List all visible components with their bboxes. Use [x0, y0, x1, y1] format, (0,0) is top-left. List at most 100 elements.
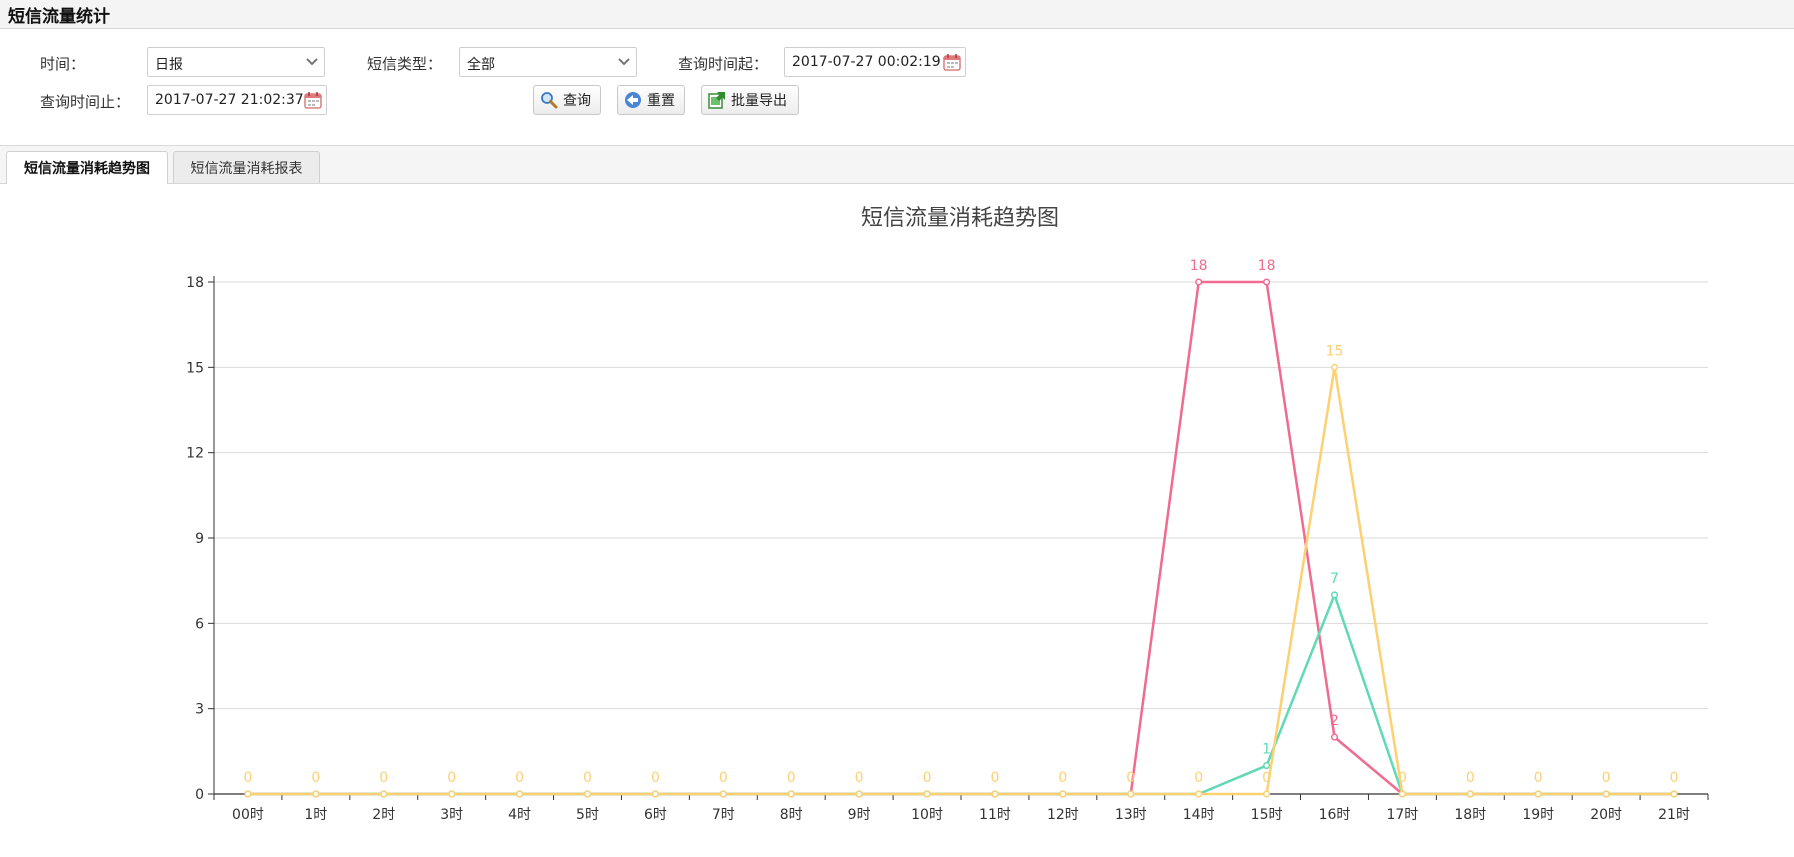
sms-type-select[interactable]: 全部: [459, 47, 637, 77]
x-tick-label: 8时: [780, 807, 803, 823]
y-tick-label: 6: [195, 616, 204, 632]
data-point: [516, 790, 524, 798]
tab-trend-chart-label: 短信流量消耗趋势图: [24, 161, 150, 177]
x-tick-label: 1时: [304, 807, 327, 823]
end-time-label: 查询时间止：: [40, 93, 131, 111]
data-point: [1263, 762, 1271, 770]
y-tick-label: 18: [186, 275, 204, 291]
query-button[interactable]: 查询: [533, 85, 601, 115]
data-label: 0: [447, 770, 456, 786]
calendar-icon[interactable]: [304, 91, 322, 109]
data-label: 1: [1262, 742, 1271, 758]
tab-report[interactable]: 短信流量消耗报表: [173, 151, 320, 183]
data-label: 0: [1398, 770, 1407, 786]
chart-area: 短信流量消耗趋势图 0 3 6 9 12 15 18 00时 1时 2时 3时 4时 5时 6时 7时 8时 9时…: [0, 184, 1794, 857]
x-tick-label: 15时: [1251, 807, 1283, 823]
data-label: 0: [1262, 770, 1271, 786]
data-point: [1263, 790, 1271, 798]
data-point: [380, 790, 388, 798]
y-tick-label: 9: [195, 531, 204, 547]
data-label: 0: [719, 770, 728, 786]
export-button-label: 批量导出: [731, 93, 787, 109]
data-point: [1059, 790, 1067, 798]
data-point: [1670, 790, 1678, 798]
data-label: 0: [243, 770, 252, 786]
data-label: 0: [379, 770, 388, 786]
x-tick-label: 18时: [1454, 807, 1486, 823]
data-point: [1330, 591, 1339, 599]
data-point: [787, 790, 795, 798]
x-tick-label: 14时: [1183, 807, 1215, 823]
x-tick-label: 17时: [1386, 807, 1418, 823]
data-point: [1263, 278, 1271, 286]
filter-area: 时间： 日报 短信类型： 全部 查询时间起： 2017-07-27 00:02:…: [0, 29, 1794, 146]
data-label: 0: [923, 770, 932, 786]
trend-chart: 短信流量消耗趋势图036912151800时 1时 2时 3时 4时 5时 6时 7时 8时 9时…: [186, 206, 1709, 823]
data-point: [1330, 363, 1339, 371]
data-point: [1195, 790, 1203, 798]
time-select[interactable]: 日报: [147, 47, 325, 77]
start-time-input[interactable]: 2017-07-27 00:02:19: [784, 47, 966, 77]
x-tick-label: 3时: [440, 807, 463, 823]
query-button-label: 查询: [563, 93, 591, 109]
data-point: [583, 790, 592, 798]
export-button[interactable]: 批量导出: [701, 85, 799, 115]
data-point: [1330, 733, 1339, 741]
x-tick-label: 19时: [1522, 807, 1554, 823]
start-time-label: 查询时间起：: [678, 55, 769, 73]
x-tick-label: 12时: [1047, 807, 1079, 823]
search-icon: [541, 92, 558, 109]
data-point: [651, 790, 659, 798]
data-label: 15: [1326, 343, 1344, 359]
data-point: [719, 790, 727, 798]
sms-type-label: 短信类型：: [367, 55, 443, 73]
data-label: 0: [651, 770, 660, 786]
data-point: [923, 790, 931, 798]
data-point: [448, 790, 456, 798]
tab-bar: 短信流量消耗趋势图 短信流量消耗报表: [0, 146, 1794, 184]
data-label: 0: [583, 770, 592, 786]
data-label: 0: [1194, 770, 1203, 786]
y-tick-label: 0: [195, 787, 204, 803]
data-point: [1127, 790, 1135, 798]
data-label: 0: [1058, 770, 1067, 786]
x-tick-label: 7时: [712, 807, 735, 823]
data-label: 7: [1330, 571, 1339, 587]
data-label: 0: [1466, 770, 1475, 786]
title-bar: 短信流量统计: [0, 0, 1794, 29]
export-icon: [708, 92, 725, 109]
x-tick-label: 2时: [372, 807, 395, 823]
data-label: 18: [1258, 258, 1276, 274]
x-tick-label: 5时: [576, 807, 599, 823]
data-point: [855, 790, 863, 798]
end-time-value: 2017-07-27 21:02:37: [155, 92, 304, 108]
series-line-1: [247, 593, 1675, 796]
data-label: 0: [787, 770, 796, 786]
y-tick-label: 15: [186, 360, 204, 376]
data-label: 0: [1534, 770, 1543, 786]
reset-button[interactable]: 重置: [617, 85, 685, 115]
x-tick-label: 9时: [848, 807, 871, 823]
x-tick-label: 16时: [1319, 807, 1351, 823]
calendar-icon[interactable]: [943, 53, 961, 71]
reset-button-label: 重置: [647, 93, 675, 109]
data-label: 0: [515, 770, 524, 786]
tab-report-label: 短信流量消耗报表: [190, 160, 303, 177]
x-tick-label: 00时: [232, 807, 264, 823]
x-tick-label: 4时: [508, 807, 531, 823]
data-point: [1466, 790, 1474, 798]
x-tick-label: 6时: [644, 807, 667, 823]
x-tick-label: 11时: [979, 807, 1011, 823]
x-tick-label: 21时: [1658, 807, 1690, 823]
time-select-value: 日报: [155, 57, 183, 73]
series-line-2: [247, 366, 1675, 796]
data-label: 0: [1602, 770, 1611, 786]
start-time-value: 2017-07-27 00:02:19: [792, 54, 941, 70]
end-time-input[interactable]: 2017-07-27 21:02:37: [147, 85, 327, 115]
data-label: 0: [1126, 770, 1135, 786]
x-tick-label: 20时: [1590, 807, 1622, 823]
chevron-down-icon: [612, 48, 636, 76]
x-tick-label: 13时: [1115, 807, 1147, 823]
data-label: 18: [1190, 258, 1208, 274]
tab-trend-chart[interactable]: 短信流量消耗趋势图: [6, 151, 168, 184]
